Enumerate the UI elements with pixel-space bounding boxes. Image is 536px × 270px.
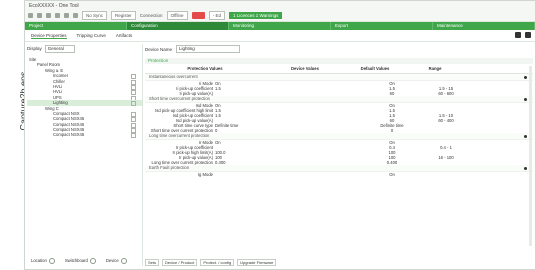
grid-view-icon[interactable] bbox=[525, 32, 531, 38]
location-label: Location bbox=[31, 258, 47, 264]
device-value bbox=[305, 172, 365, 177]
toolbar: No Sync Register Connection Offline - Ed… bbox=[25, 10, 535, 22]
print-icon[interactable] bbox=[55, 13, 60, 18]
help-icon[interactable] bbox=[524, 97, 527, 101]
tab-project[interactable]: Project bbox=[25, 22, 127, 30]
tree-item-label: Panel Room bbox=[37, 62, 61, 68]
section-header[interactable]: Short time overcurrent protection bbox=[145, 96, 533, 103]
bottom-tabs: Sets Device / Product Protect. / config … bbox=[145, 259, 277, 266]
tree-item-label: UPS bbox=[53, 94, 62, 100]
tree-item-label: Wing a. E bbox=[45, 67, 64, 73]
range-value bbox=[419, 172, 473, 177]
breaker-icon bbox=[131, 133, 136, 139]
tree-item-label: Wing C bbox=[45, 105, 59, 111]
plus-icon bbox=[48, 258, 55, 264]
tree-item[interactable]: Compact NSX45 bbox=[27, 132, 142, 139]
tree-item-label: Compact NSX45 bbox=[53, 116, 85, 122]
panel-view-icon[interactable] bbox=[515, 32, 521, 38]
undo-icon[interactable] bbox=[64, 13, 69, 18]
license-status[interactable]: 1 Licences 1 Warnings bbox=[229, 12, 283, 19]
tree-item-label: Compact NSX45 bbox=[53, 121, 85, 127]
section-header[interactable]: Instantaneous overcurrent bbox=[145, 74, 533, 81]
tab-maintenance[interactable]: Maintenance bbox=[433, 22, 535, 30]
add-device-button[interactable]: Device bbox=[106, 258, 127, 264]
section-title: Short time overcurrent protection bbox=[149, 96, 210, 101]
tab-configuration[interactable]: Configuration bbox=[127, 22, 229, 30]
table-row: Ig Mode On bbox=[145, 172, 533, 177]
section-title: Long time overcurrent protection bbox=[149, 133, 210, 138]
main-tabs: Project Configuration Monitoring Export … bbox=[25, 22, 535, 30]
device-name-label: Device Name bbox=[145, 46, 173, 52]
scrollbar[interactable] bbox=[529, 66, 532, 246]
register-button[interactable]: Register bbox=[111, 11, 136, 20]
add-switchboard-button[interactable]: Switchboard bbox=[65, 258, 96, 264]
no-sync-button[interactable]: No Sync bbox=[82, 11, 108, 20]
tree-item-label: Compact NSX bbox=[53, 110, 80, 116]
setting-control[interactable] bbox=[215, 172, 305, 177]
tree-item-label: HVLi bbox=[53, 83, 63, 89]
disconnect-button[interactable] bbox=[191, 12, 205, 19]
side-caption: Capture2b.eps bbox=[0, 0, 29, 270]
display-filter: Display General bbox=[27, 44, 142, 53]
tab-upgrade-firmware[interactable]: Upgrade Firmware bbox=[237, 259, 277, 266]
new-icon[interactable] bbox=[28, 13, 33, 18]
tree-item-label: Chiller bbox=[53, 78, 65, 84]
connection-label: Connection bbox=[139, 13, 163, 18]
default-value: On bbox=[389, 172, 395, 177]
device-name-row: Device Name Lighting bbox=[145, 44, 533, 54]
help-icon[interactable] bbox=[524, 75, 527, 79]
properties-panel: Device Name Lighting Protection Protecti… bbox=[145, 44, 533, 266]
protection-sections: Instantaneous overcurrent Ii Mode On On Ii p… bbox=[145, 74, 533, 177]
section-header[interactable]: Earth Fault protection bbox=[145, 165, 533, 172]
tab-export[interactable]: Export bbox=[331, 22, 433, 30]
open-icon[interactable] bbox=[37, 13, 42, 18]
user-field[interactable]: - Ed bbox=[208, 11, 226, 20]
plus-icon bbox=[120, 258, 127, 264]
tree-footer: Location Switchboard Device bbox=[31, 258, 127, 264]
tree-item-label: HVLi bbox=[53, 89, 63, 95]
section-header[interactable]: Long time overcurrent protection bbox=[145, 133, 533, 140]
col-device-values: Device Values bbox=[291, 66, 319, 71]
app-window: EcoXXXXX - One Tool No Sync Register Con… bbox=[24, 0, 536, 270]
protection-table: Protection Values Device Values Default … bbox=[145, 64, 533, 177]
tab-device-properties[interactable]: Device Properties bbox=[31, 33, 67, 39]
display-label: Display bbox=[27, 46, 42, 51]
tree-item-label: Incomer bbox=[53, 73, 69, 79]
switchboard-label: Switchboard bbox=[64, 258, 88, 264]
section-title: Instantaneous overcurrent bbox=[149, 74, 198, 79]
plus-icon bbox=[89, 258, 96, 264]
title-bar: EcoXXXXX - One Tool bbox=[25, 1, 535, 10]
tab-sets[interactable]: Sets bbox=[145, 259, 160, 266]
device-name-input[interactable]: Lighting bbox=[176, 45, 241, 53]
col-default-values: Default Values bbox=[360, 66, 390, 71]
save-icon[interactable] bbox=[46, 13, 51, 18]
tab-monitoring[interactable]: Monitoring bbox=[229, 22, 331, 30]
help-icon[interactable] bbox=[524, 134, 527, 138]
help-icon[interactable] bbox=[524, 166, 527, 170]
window-title: EcoXXXXX - One Tool bbox=[29, 2, 79, 9]
tree-item-label: Lighting bbox=[53, 100, 68, 106]
table-header: Protection Values Device Values Default … bbox=[145, 64, 533, 74]
redo-icon[interactable] bbox=[73, 13, 78, 18]
connection-select[interactable]: Offline bbox=[166, 11, 188, 20]
tree-item-label: Compact NSX45 bbox=[53, 127, 85, 133]
add-location-button[interactable]: Location bbox=[31, 258, 55, 264]
col-range: Range bbox=[428, 66, 442, 71]
device-label: Device bbox=[105, 258, 119, 264]
tab-device-product[interactable]: Device / Product bbox=[162, 259, 198, 266]
tree-item-label: Compact NSX45 bbox=[53, 132, 85, 138]
device-tree: Site Panel Room Wing a. E Incomer Chiller HVL… bbox=[27, 57, 142, 139]
tab-artifacts[interactable]: Artifacts bbox=[116, 33, 132, 38]
tree-item-label: Site bbox=[29, 57, 37, 62]
device-tree-panel: Display General Site Panel Room Wing a. EI… bbox=[27, 44, 143, 266]
tab-tripping-curve[interactable]: Tripping Curve bbox=[77, 33, 106, 38]
col-protection-values: Protection Values bbox=[187, 66, 223, 71]
tab-protect-config[interactable]: Protect. / config bbox=[200, 259, 235, 266]
display-select[interactable]: General bbox=[44, 44, 75, 53]
section-title: Earth Fault protection bbox=[149, 165, 190, 170]
setting-label: Ig Mode bbox=[197, 172, 213, 177]
sub-tabs: Device Properties Tripping Curve Artifac… bbox=[25, 30, 535, 42]
